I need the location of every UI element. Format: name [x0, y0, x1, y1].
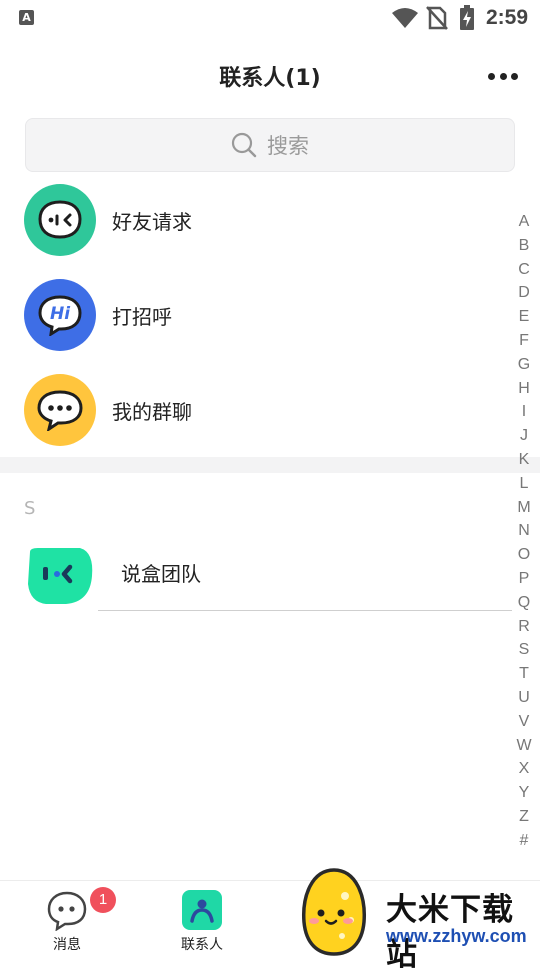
index-letter[interactable]: J [512, 424, 536, 448]
index-letter[interactable]: G [512, 353, 536, 377]
more-dot-icon [499, 72, 507, 80]
tab-contacts[interactable]: 联系人 [147, 881, 257, 961]
status-bar: A 2:59 [0, 0, 540, 36]
index-letter[interactable]: L [512, 472, 536, 496]
say-hi-item[interactable]: Hi 打招呼 [0, 279, 500, 359]
contact-avatar [28, 548, 93, 604]
watermark: 大米下载站 www.zzhyw.com [296, 862, 540, 973]
tab-messages[interactable]: 1 消息 [12, 881, 122, 961]
index-letter[interactable]: K [512, 448, 536, 472]
index-letter[interactable]: I [512, 400, 536, 424]
index-letter[interactable]: F [512, 329, 536, 353]
index-letter[interactable]: X [512, 757, 536, 781]
friend-requests-label: 好友请求 [112, 210, 192, 234]
contact-divider [98, 610, 512, 611]
index-letter[interactable]: A [512, 210, 536, 234]
index-letter[interactable]: O [512, 543, 536, 567]
search-input[interactable]: 搜索 [25, 118, 515, 172]
index-letter[interactable]: M [512, 496, 536, 520]
index-letter[interactable]: R [512, 615, 536, 639]
unread-badge: 1 [90, 887, 116, 913]
no-sim-icon [426, 6, 448, 30]
say-hi-label: 打招呼 [112, 305, 172, 329]
contacts-person-icon [182, 890, 222, 930]
notification-icon: A [19, 10, 34, 25]
top-bar: 联系人(1) [0, 48, 540, 104]
index-letter[interactable]: V [512, 710, 536, 734]
section-divider [0, 457, 540, 473]
clock: 2:59 [485, 6, 528, 29]
contact-name: 说盒团队 [121, 562, 201, 586]
more-options-button[interactable] [488, 64, 518, 88]
index-letter[interactable]: # [512, 829, 536, 853]
index-letter[interactable]: Y [512, 781, 536, 805]
index-letter[interactable]: W [512, 734, 536, 758]
index-letter[interactable]: H [512, 377, 536, 401]
index-letter[interactable]: P [512, 567, 536, 591]
wifi-icon [392, 8, 418, 28]
tab-contacts-label: 联系人 [181, 937, 223, 953]
rice-mascot-logo [302, 868, 366, 956]
more-dot-icon [488, 72, 495, 80]
watermark-url: www.zzhyw.com [386, 926, 527, 946]
index-letter[interactable]: E [512, 305, 536, 329]
tab-messages-label: 消息 [53, 937, 81, 953]
message-bubble-icon [47, 891, 87, 931]
index-letter[interactable]: U [512, 686, 536, 710]
index-letter[interactable]: T [512, 662, 536, 686]
hi-bubble-icon: Hi [24, 279, 96, 351]
index-letter[interactable]: Z [512, 805, 536, 829]
page-title: 联系人(1) [219, 66, 321, 91]
friend-request-icon [24, 184, 96, 256]
hi-text: Hi [50, 304, 71, 324]
alphabet-index-bar[interactable]: A B C D E F G H I J K L M N O P Q R S T U V W X Y Z # [512, 210, 536, 853]
battery-charging-icon [460, 5, 474, 30]
friend-requests-item[interactable]: 好友请求 [0, 184, 500, 264]
group-chats-label: 我的群聊 [112, 400, 192, 424]
index-letter[interactable]: N [512, 519, 536, 543]
section-header-s: S [24, 498, 36, 519]
group-chats-item[interactable]: 我的群聊 [0, 374, 500, 454]
group-chat-icon [24, 374, 96, 446]
search-icon [231, 132, 257, 158]
index-letter[interactable]: C [512, 258, 536, 282]
search-placeholder: 搜索 [267, 134, 309, 158]
index-letter[interactable]: S [512, 638, 536, 662]
index-letter[interactable]: B [512, 234, 536, 258]
index-letter[interactable]: D [512, 281, 536, 305]
more-dot-icon [511, 72, 518, 80]
index-letter[interactable]: Q [512, 591, 536, 615]
